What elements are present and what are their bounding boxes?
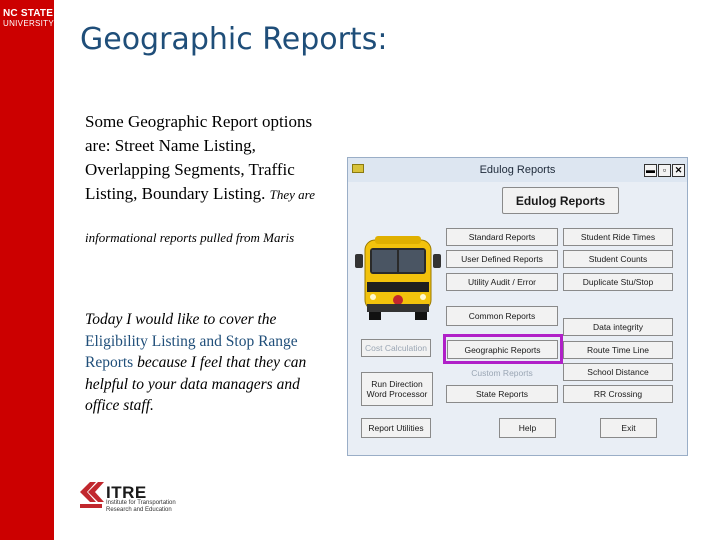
custom-reports-button[interactable]: Custom Reports	[446, 364, 558, 382]
run-direction-word-processor-button[interactable]: Run Direction Word Processor	[361, 372, 433, 406]
state-reports-button[interactable]: State Reports	[446, 385, 558, 403]
paragraph-geographic-options: Some Geographic Report options are: Stre…	[85, 110, 325, 207]
paragraph-today: Today I would like to cover the Eligibil…	[85, 309, 335, 417]
route-time-line-button[interactable]: Route Time Line	[563, 341, 673, 359]
user-defined-reports-button[interactable]: User Defined Reports	[446, 250, 558, 268]
minimize-icon[interactable]: ▬	[644, 164, 657, 177]
paragraph1-small-start: They are	[269, 187, 316, 202]
edulog-reports-header-button[interactable]: Edulog Reports	[502, 187, 619, 214]
geographic-reports-highlight-box	[443, 334, 563, 364]
student-ride-times-button[interactable]: Student Ride Times	[563, 228, 673, 246]
school-bus-image	[355, 236, 441, 320]
restore-icon[interactable]: ▫	[658, 164, 671, 177]
paragraph2-part1: Today I would like to cover the	[85, 311, 277, 328]
cost-calculation-button[interactable]: Cost Calculation	[361, 339, 431, 357]
duplicate-stu-stop-button[interactable]: Duplicate Stu/Stop	[563, 273, 673, 291]
left-red-bar	[0, 0, 54, 540]
paragraph1-small-rest: informational reports pulled from Maris	[85, 230, 295, 245]
exit-button[interactable]: Exit	[600, 418, 657, 438]
school-distance-button[interactable]: School Distance	[563, 363, 673, 381]
rr-crossing-button[interactable]: RR Crossing	[563, 385, 673, 403]
window-titlebar[interactable]: Edulog Reports ▬ ▫ ✕	[348, 158, 687, 182]
itre-subtitle: Institute for Transportation Research an…	[106, 500, 206, 513]
slide-title: Geographic Reports:	[80, 22, 388, 57]
common-reports-button[interactable]: Common Reports	[446, 306, 558, 326]
student-counts-button[interactable]: Student Counts	[563, 250, 673, 268]
nc-state-logo: NC STATE UNIVERSITY	[3, 9, 54, 28]
logo-line2: UNIVERSITY	[3, 19, 55, 28]
window-title: Edulog Reports	[479, 164, 556, 176]
data-integrity-button[interactable]: Data integrity	[563, 318, 673, 336]
report-utilities-button[interactable]: Report Utilities	[361, 418, 431, 438]
help-button[interactable]: Help	[499, 418, 556, 438]
close-icon[interactable]: ✕	[672, 164, 685, 177]
utility-audit-error-button[interactable]: Utility Audit / Error	[446, 273, 558, 291]
standard-reports-button[interactable]: Standard Reports	[446, 228, 558, 246]
logo-line1: NC STATE	[3, 8, 54, 19]
itre-subtitle-line2: Research and Education	[106, 506, 172, 513]
